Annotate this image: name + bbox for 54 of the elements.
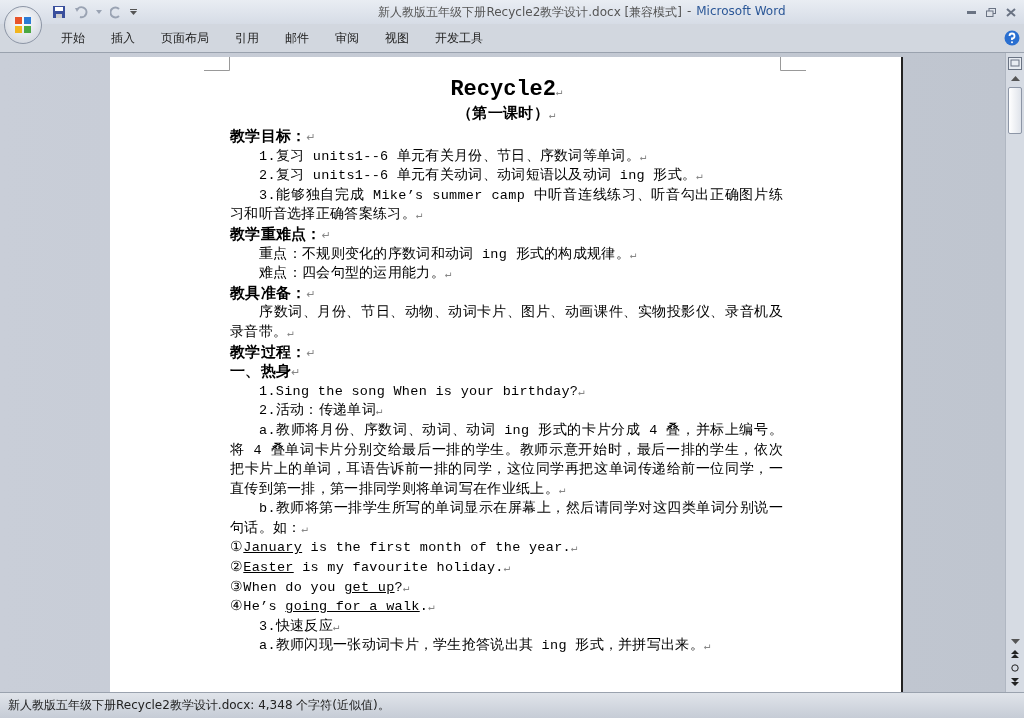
paragraph: 3.快速反应↵ bbox=[258, 617, 341, 636]
restore-icon[interactable] bbox=[986, 7, 996, 17]
save-icon[interactable] bbox=[52, 5, 66, 19]
paragraph: a.教师将月份、序数词、动词、动词 ing 形式的卡片分成 4 叠，并标上编号。将 4 叠单词卡片分别交给最后一排的学生。教师示意开始时，最后一排的学生，依次把卡片上的单词，耳语告诉前一排的同学，这位同学再把这单词传递给前一位同学，一直传到第一排，第一排同学则将单词写在作业纸上。↵ bbox=[230, 421, 783, 499]
minimize-icon[interactable] bbox=[967, 10, 976, 14]
document-subtitle: （第一课时）↵ bbox=[456, 104, 557, 125]
paragraph: a.教师闪现一张动词卡片，学生抢答说出其 ing 形式，并拼写出来。↵ bbox=[258, 636, 712, 656]
section-heading: 教学过程：↵ bbox=[230, 342, 318, 362]
ribbon-tab[interactable]: 视图 bbox=[372, 27, 422, 49]
scroll-up-icon[interactable] bbox=[1010, 76, 1020, 81]
paragraph: 难点：四会句型的运用能力。↵ bbox=[258, 264, 453, 284]
ribbon-tab[interactable]: 审阅 bbox=[322, 27, 372, 49]
ribbon-tab[interactable]: 插入 bbox=[98, 27, 148, 49]
section-heading: 教具准备：↵ bbox=[230, 283, 318, 303]
scroll-down-icon[interactable] bbox=[1010, 639, 1020, 644]
next-page-icon[interactable] bbox=[1011, 678, 1019, 686]
ribbon-tab[interactable]: 开始 bbox=[48, 27, 98, 49]
title-separator: - bbox=[686, 3, 692, 20]
paragraph: 重点：不规则变化的序数词和动词 ing 形式的构成规律。↵ bbox=[258, 245, 638, 264]
paragraph: 1.Sing the song When is your birthday?↵ bbox=[258, 382, 587, 401]
ribbon-tab[interactable]: 开发工具 bbox=[422, 27, 496, 49]
ribbon-tab[interactable]: 引用 bbox=[222, 27, 272, 49]
help-icon[interactable] bbox=[1004, 30, 1020, 46]
example-sentence: ②Easter is my favourite holiday.↵ bbox=[230, 559, 512, 578]
paragraph: 2.复习 units1--6 单元有关动词、动词短语以及动词 ing 形式。↵ bbox=[258, 166, 705, 186]
ribbon-tab[interactable]: 页面布局 bbox=[148, 27, 222, 49]
example-sentence: ③When do you get up?↵ bbox=[230, 578, 411, 597]
example-sentence: ①January is the first month of the year.↵ bbox=[230, 539, 579, 558]
section-heading: 一、热身↵ bbox=[230, 362, 302, 382]
customize-icon[interactable] bbox=[130, 9, 137, 15]
close-icon[interactable] bbox=[1006, 7, 1016, 17]
paragraph: 1.复习 units1--6 单元有关月份、节日、序数词等单词。↵ bbox=[258, 147, 648, 166]
example-sentence: ④He’s going for a walk.↵ bbox=[230, 598, 437, 617]
paragraph: b.教师将第一排学生所写的单词显示在屏幕上，然后请同学对这四类单词分别说一句话。如：↵ bbox=[230, 499, 783, 538]
office-button[interactable] bbox=[4, 6, 42, 44]
office-logo-icon bbox=[13, 15, 33, 35]
crop-mark bbox=[780, 57, 806, 71]
app-name: Microsoft Word bbox=[696, 3, 786, 20]
ribbon-tab[interactable]: 邮件 bbox=[272, 27, 322, 49]
document-title: Recycle2↵ bbox=[449, 77, 564, 103]
ruler-toggle-icon[interactable] bbox=[1008, 57, 1022, 70]
crop-mark bbox=[204, 57, 230, 71]
scroll-thumb[interactable] bbox=[1008, 87, 1022, 134]
browse-object-icon[interactable] bbox=[1011, 664, 1019, 672]
paragraph: 3.能够独自完成 Mike’s summer camp 中听音连线练习、听音勾出正确图片练习和听音选择正确答案练习。↵ bbox=[230, 186, 783, 225]
section-heading: 教学重难点：↵ bbox=[230, 224, 333, 244]
redo-icon[interactable] bbox=[110, 5, 122, 19]
document-name: 新人教版五年级下册Recycle2教学设计.docx [兼容模式] bbox=[378, 3, 682, 21]
paragraph: 2.活动：传递单词↵ bbox=[258, 401, 384, 421]
undo-icon[interactable] bbox=[74, 5, 88, 19]
status-text: 新人教版五年级下册Recycle2教学设计.docx: 4,348 个字符(近似值)。 bbox=[8, 697, 390, 714]
section-heading: 教学目标：↵ bbox=[230, 127, 318, 146]
previous-page-icon[interactable] bbox=[1011, 650, 1019, 658]
paragraph: 序数词、月份、节日、动物、动词卡片、图片、动画课件、实物投影仪、录音机及录音带。↵ bbox=[230, 303, 783, 342]
